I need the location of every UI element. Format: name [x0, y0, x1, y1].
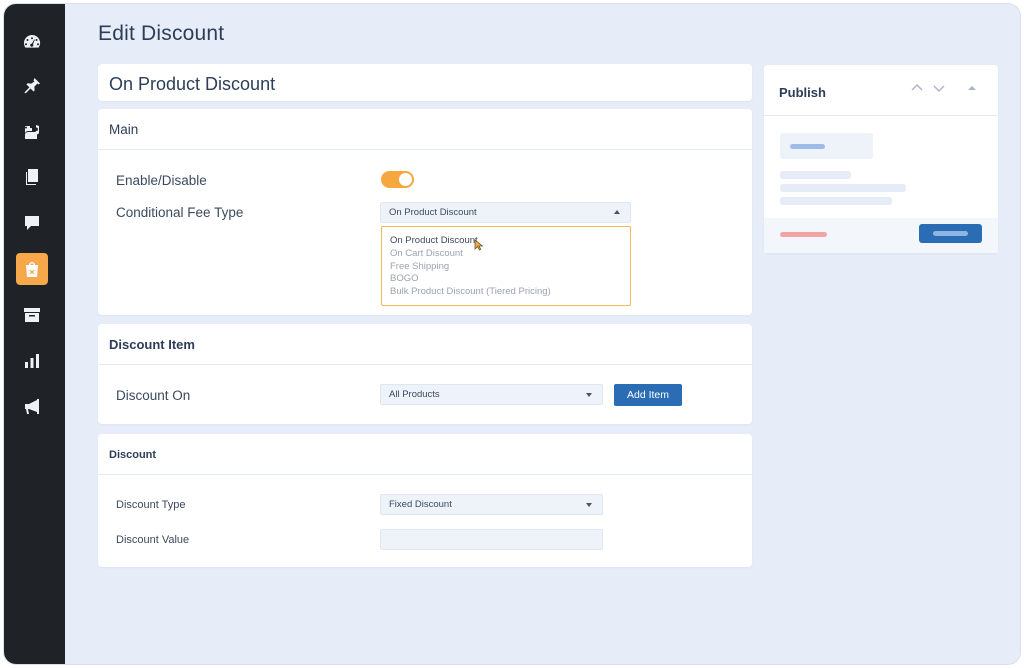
- mouse-cursor-icon: [474, 239, 484, 251]
- discount-item-title: Discount Item: [109, 337, 195, 352]
- enable-disable-label: Enable/Disable: [116, 173, 207, 188]
- toggle-knob: [399, 173, 412, 186]
- add-item-button[interactable]: Add Item: [614, 384, 682, 406]
- megaphone-icon[interactable]: [16, 391, 48, 423]
- comment-icon[interactable]: [16, 207, 48, 239]
- publish-footer: [764, 218, 998, 253]
- discount-title-field[interactable]: On Product Discount: [98, 64, 752, 101]
- publish-title: Publish: [779, 85, 826, 100]
- bar-chart-icon[interactable]: [16, 345, 48, 377]
- media-icon[interactable]: [16, 116, 48, 148]
- main-section: Main Enable/Disable Conditional Fee Type…: [98, 109, 752, 315]
- placeholder-line: [780, 184, 906, 192]
- discount-value-input[interactable]: [380, 529, 603, 550]
- discount-section: Discount Discount Type Fixed Discount Di…: [98, 434, 752, 567]
- caret-down-icon: [586, 393, 592, 397]
- enable-toggle[interactable]: [381, 171, 414, 188]
- collapse-triangle-icon[interactable]: [966, 83, 978, 93]
- page-title: Edit Discount: [98, 22, 225, 45]
- discount-type-selected: Fixed Discount: [389, 499, 452, 510]
- discount-type-label: Discount Type: [116, 499, 186, 511]
- placeholder-line: [780, 171, 851, 179]
- publish-button-placeholder-text: [933, 231, 968, 236]
- discount-item-header: Discount Item: [98, 324, 752, 365]
- discount-item-section: Discount Item Discount On All Products A…: [98, 324, 752, 424]
- discount-header: Discount: [98, 434, 752, 475]
- fee-type-option[interactable]: Bulk Product Discount (Tiered Pricing): [382, 286, 630, 299]
- discount-on-select[interactable]: All Products: [380, 384, 603, 405]
- app-window: Edit Discount On Product Discount Main E…: [4, 4, 1020, 664]
- pages-icon[interactable]: [16, 161, 48, 193]
- discount-on-selected: All Products: [389, 389, 440, 400]
- main-section-header: Main: [98, 109, 752, 150]
- fee-type-option[interactable]: BOGO: [382, 273, 630, 286]
- discount-title: Discount: [109, 449, 157, 461]
- fee-type-selected: On Product Discount: [389, 207, 477, 218]
- discount-value-label: Discount Value: [116, 534, 190, 546]
- caret-up-icon: [614, 210, 620, 214]
- discount-title-value: On Product Discount: [109, 74, 276, 94]
- chevron-down-icon[interactable]: [933, 83, 945, 93]
- pin-icon[interactable]: [16, 70, 48, 102]
- trash-link-placeholder[interactable]: [780, 232, 827, 237]
- caret-down-icon: [586, 503, 592, 507]
- fee-type-select[interactable]: On Product Discount: [380, 202, 631, 223]
- discount-type-select[interactable]: Fixed Discount: [380, 494, 603, 515]
- fee-type-option[interactable]: Free Shipping: [382, 261, 630, 274]
- publish-box: Publish: [764, 65, 998, 253]
- fee-type-option[interactable]: On Cart Discount: [382, 248, 630, 261]
- shopping-bag-icon[interactable]: [16, 253, 48, 285]
- chevron-up-icon[interactable]: [911, 83, 923, 93]
- publish-button[interactable]: [919, 224, 982, 243]
- fee-type-label: Conditional Fee Type: [116, 205, 244, 220]
- fee-type-dropdown: On Product Discount On Cart Discount Fre…: [381, 226, 631, 306]
- placeholder-line: [780, 197, 892, 205]
- archive-icon[interactable]: [16, 299, 48, 331]
- main-section-title: Main: [109, 122, 139, 137]
- dashboard-icon[interactable]: [16, 26, 48, 58]
- placeholder-line: [790, 144, 825, 149]
- admin-sidebar: [4, 4, 65, 664]
- publish-header: Publish: [764, 65, 998, 116]
- fee-type-option[interactable]: On Product Discount: [382, 235, 630, 248]
- discount-on-label: Discount On: [116, 388, 191, 403]
